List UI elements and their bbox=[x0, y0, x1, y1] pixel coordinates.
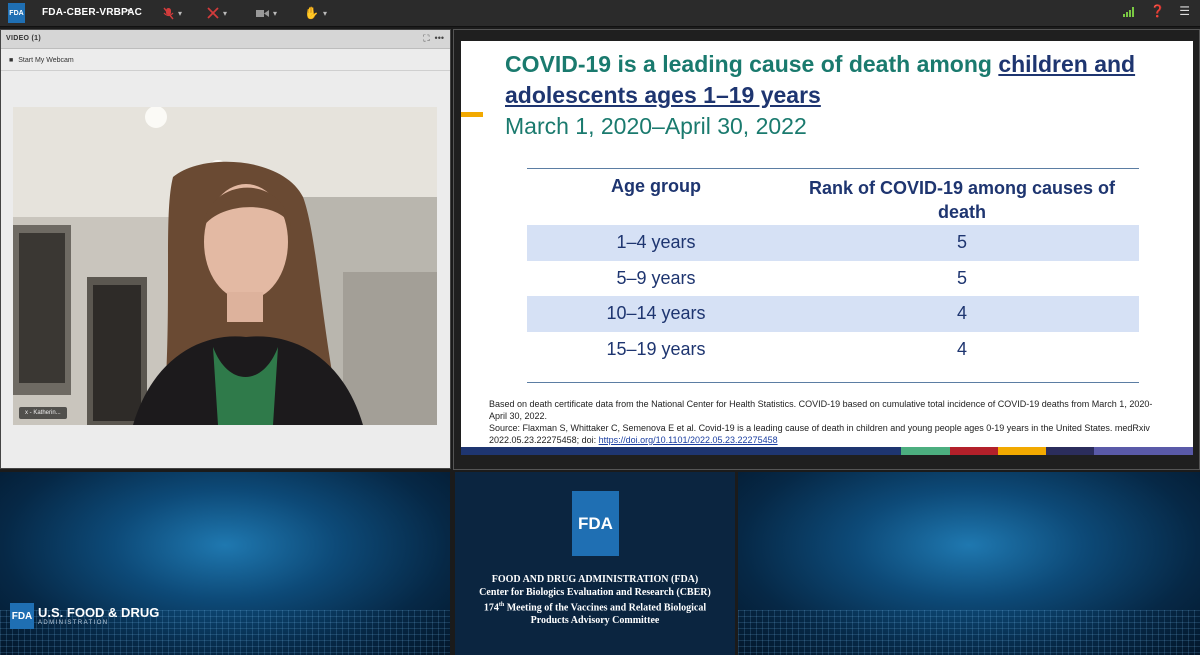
strip-segment bbox=[998, 447, 1046, 455]
table-row: 15–19 years 4 bbox=[527, 332, 1139, 368]
slide-title-part1: COVID-19 is a leading cause of death amo… bbox=[505, 51, 999, 77]
doi-link[interactable]: https://doi.org/10.1101/2022.05.23.22275… bbox=[599, 435, 778, 445]
webcam-icon: ■ bbox=[9, 57, 14, 64]
webcam-button[interactable]: ▾ bbox=[256, 5, 277, 21]
table-row: 10–14 years 4 bbox=[527, 296, 1139, 332]
slide-subtitle: March 1, 2020–April 30, 2022 bbox=[505, 113, 807, 139]
more-options-icon[interactable]: ••• bbox=[435, 33, 444, 44]
table-cell: 15–19 years bbox=[606, 338, 706, 359]
meeting-number: 174 bbox=[483, 602, 499, 614]
table-cell: 5 bbox=[956, 267, 967, 288]
table-cell: 1–4 years bbox=[616, 232, 696, 253]
webcam-icon bbox=[256, 9, 269, 17]
start-webcam-button[interactable]: ■ Start My Webcam bbox=[9, 57, 74, 64]
top-toolbar: FDA FDA-CBER-VRBPAC ▾ ▾ ▾ ▾ ✋ ▾ ❓ ☰ bbox=[0, 0, 1200, 27]
meeting-line1: FOOD AND DRUG ADMINISTRATION (FDA) bbox=[491, 574, 699, 585]
strip-segment bbox=[461, 447, 641, 455]
table-row: 1–4 years 5 bbox=[527, 225, 1139, 261]
slide-color-strip bbox=[461, 447, 1193, 455]
table-header: Age group Rank of COVID-19 among causes … bbox=[527, 169, 1139, 225]
pod-header: VIDEO (1) ⛶ ••• bbox=[1, 30, 450, 49]
presentation-slide: COVID-19 is a leading cause of death amo… bbox=[461, 41, 1193, 455]
speaker-video-image bbox=[13, 107, 437, 425]
table-header-rank: Rank of COVID-19 among causes of death bbox=[808, 178, 1116, 222]
fda-logo-box: FDA bbox=[10, 603, 34, 629]
table-cell: 4 bbox=[956, 338, 967, 359]
chevron-down-icon[interactable]: ▾ bbox=[323, 9, 327, 18]
table-cell: 10–14 years bbox=[606, 303, 706, 324]
fullscreen-icon[interactable]: ⛶ bbox=[423, 33, 429, 44]
speaker-button[interactable]: ▾ bbox=[207, 5, 227, 21]
fda-background-right bbox=[738, 472, 1200, 655]
start-webcam-label: Start My Webcam bbox=[18, 57, 74, 64]
table-row: 5–9 years 5 bbox=[527, 261, 1139, 297]
table-cell: 5–9 years bbox=[616, 267, 696, 288]
divider bbox=[1, 70, 450, 71]
fda-logo: FDA bbox=[572, 491, 619, 556]
strip-segment bbox=[1046, 447, 1094, 455]
share-pod: COVID-19 is a leading cause of death amo… bbox=[453, 29, 1200, 470]
fda-logo-subtitle: ADMINISTRATION bbox=[38, 620, 109, 626]
fda-background-left: FDA U.S. FOOD & DRUG ADMINISTRATION bbox=[0, 472, 450, 655]
meeting-title: FOOD AND DRUG ADMINISTRATION (FDA) Cente… bbox=[455, 573, 735, 627]
fda-brand-logo: FDA U.S. FOOD & DRUG ADMINISTRATION bbox=[10, 603, 159, 629]
speaker-name-tag: x - Katherin... bbox=[19, 407, 67, 419]
meeting-line3-rest: Meeting of the Vaccines and Related Biol… bbox=[504, 602, 707, 614]
menu-icon[interactable]: ☰ bbox=[1179, 4, 1190, 18]
raise-hand-icon: ✋ bbox=[304, 6, 319, 20]
table-cell: 4 bbox=[956, 303, 967, 324]
slide-accent-bar bbox=[461, 112, 483, 117]
slide-footnote: Based on death certificate data from the… bbox=[489, 398, 1169, 446]
help-icon[interactable]: ❓ bbox=[1150, 4, 1165, 18]
rank-table: Age group Rank of COVID-19 among causes … bbox=[527, 168, 1139, 383]
signal-icon[interactable] bbox=[1123, 6, 1136, 17]
webcam-video-feed: x - Katherin... bbox=[13, 107, 437, 425]
fda-logo: FDA bbox=[8, 3, 25, 23]
table-header-age: Age group bbox=[611, 176, 701, 196]
chevron-down-icon[interactable]: ▾ bbox=[127, 6, 132, 17]
pod-title: VIDEO (1) bbox=[6, 35, 41, 42]
strip-segment bbox=[641, 447, 901, 455]
footnote-source: Source: Flaxman S, Whittaker C, Semenova… bbox=[489, 423, 1150, 445]
microphone-button[interactable]: ▾ bbox=[163, 5, 182, 21]
chevron-down-icon[interactable]: ▾ bbox=[178, 9, 182, 18]
strip-segment bbox=[1094, 447, 1193, 455]
footnote-line1: Based on death certificate data from the… bbox=[489, 399, 1153, 421]
table-cell: 5 bbox=[956, 232, 967, 253]
strip-segment bbox=[901, 447, 950, 455]
footnote-line2: Source: Flaxman S, Whittaker C, Semenova… bbox=[489, 422, 1169, 446]
mic-muted-icon bbox=[163, 7, 174, 19]
fda-meeting-panel: FDA FOOD AND DRUG ADMINISTRATION (FDA) C… bbox=[455, 472, 735, 655]
meeting-line3: 174th Meeting of the Vaccines and Relate… bbox=[455, 599, 735, 614]
meeting-line4: Products Advisory Committee bbox=[530, 615, 660, 627]
chevron-down-icon[interactable]: ▾ bbox=[223, 9, 227, 18]
meeting-line2: Center for Biologics Evaluation and Rese… bbox=[479, 587, 711, 598]
fda-logo-title: U.S. FOOD & DRUG bbox=[38, 605, 160, 620]
camera-muted-icon bbox=[207, 7, 219, 19]
video-pod: VIDEO (1) ⛶ ••• ■ Start My Webcam x - Ka… bbox=[0, 29, 451, 469]
chevron-down-icon[interactable]: ▾ bbox=[273, 9, 277, 18]
raise-hand-button[interactable]: ✋ ▾ bbox=[304, 5, 327, 21]
strip-segment bbox=[950, 447, 998, 455]
slide-title: COVID-19 is a leading cause of death amo… bbox=[505, 49, 1165, 111]
